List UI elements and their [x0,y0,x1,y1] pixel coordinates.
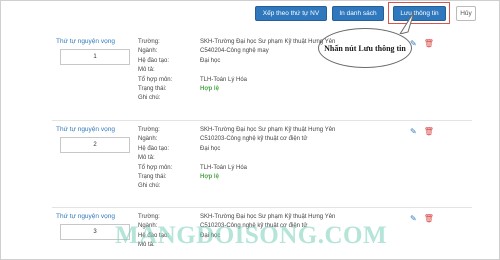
status-label: Trạng thái: [138,85,167,92]
combo-label: Tổ hợp môn: [138,76,173,83]
school-label: Trường: [138,214,160,220]
field-labels: Trường: Ngành: Hệ đào tạo: Mô tả: Tổ hợp… [138,126,172,192]
note-label: Ghi chú: [138,183,161,190]
note-label: Ghi chú: [138,95,161,102]
print-list-button[interactable]: In danh sách [332,6,384,21]
rank-label: Thứ tự nguyện vọng [56,126,115,133]
school-label: Trường: [138,39,160,45]
combo-value: TLH-Toán Lý Hóa [200,164,248,171]
divider [52,207,472,208]
field-labels: Trường: Ngành: Hệ đào tạo: Mô tả: Tổ hợp… [138,38,172,104]
callout-text: Nhấn nút Lưu thông tin [324,43,406,53]
divider [52,120,472,121]
combo-label: Tổ hợp môn: [138,164,173,171]
note-value [200,94,335,103]
combo-value: TLH-Toán Lý Hóa [200,76,248,83]
desc-value [200,66,335,75]
training-label: Hệ đào tạo: [138,57,170,64]
trash-icon[interactable]: 🗑 [424,127,434,136]
desc-value [200,154,335,163]
major-label: Ngành: [138,48,158,55]
status-value: Hợp lệ [200,173,219,180]
school-label: Trường: [138,127,160,133]
trash-icon[interactable]: 🗑 [424,214,434,223]
callout-tail [399,12,415,34]
edit-icon[interactable]: ✎ [410,127,417,136]
rank-label: Thứ tự nguyện vọng [56,38,115,45]
school-value: SKH-Trường Đại học Sư phạm Kỹ thuật Hưng… [200,39,336,45]
training-label: Hệ đào tạo: [138,145,170,152]
status-label: Trạng thái: [138,173,167,180]
trash-icon[interactable]: 🗑 [424,39,434,48]
rank-input[interactable]: 2 [60,137,130,153]
field-values: SKH-Trường Đại học Sư phạm Kỹ thuật Hưng… [200,38,335,104]
cancel-button[interactable]: Hủy [456,6,476,21]
school-value: SKH-Trường Đại học Sư phạm Kỹ thuật Hưng… [200,127,336,133]
edit-icon[interactable]: ✎ [410,39,417,48]
note-value [200,182,335,191]
sort-by-order-button[interactable]: Xếp theo thứ tự NV [255,6,327,21]
major-value: C510203-Công nghệ kỹ thuật cơ điện tử [200,136,308,143]
rank-label: Thứ tự nguyện vọng [56,213,115,220]
watermark: MANGDOISONG.COM [115,222,388,249]
field-values: SKH-Trường Đại học Sư phạm Kỹ thuật Hưng… [200,126,335,192]
status-value: Hợp lệ [200,85,219,92]
rank-input[interactable]: 1 [60,49,130,65]
school-value: SKH-Trường Đại học Sư phạm Kỹ thuật Hưng… [200,214,336,220]
training-value: Đại học [200,145,221,152]
desc-label: Mô tả: [138,155,155,162]
edit-icon[interactable]: ✎ [410,214,417,223]
major-label: Ngành: [138,136,158,143]
training-value: Đại học [200,57,221,64]
major-value: C540204-Công nghệ may [200,48,269,55]
desc-label: Mô tả: [138,67,155,74]
